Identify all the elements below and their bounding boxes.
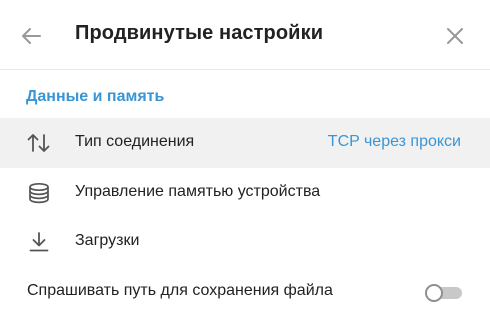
downloads-row[interactable]: Загрузки <box>0 217 490 267</box>
device-storage-row[interactable]: Управление памятью устройства <box>0 168 490 218</box>
download-icon <box>26 230 52 254</box>
connection-type-value[interactable]: TCP через прокси <box>328 133 461 151</box>
close-icon <box>447 28 463 44</box>
header: Продвинутые настройки <box>0 0 490 70</box>
section-title-data-memory: Данные и память <box>26 88 165 105</box>
ask-save-path-toggle[interactable] <box>425 284 463 302</box>
database-icon <box>26 181 52 205</box>
downloads-label: Загрузки <box>75 232 140 249</box>
ask-save-path-label: Спрашивать путь для сохранения файла <box>27 282 333 299</box>
ask-save-path-row[interactable]: Спрашивать путь для сохранения файла <box>0 267 490 317</box>
connection-type-label: Тип соединения <box>75 133 195 150</box>
arrow-left-icon <box>22 28 41 44</box>
back-button[interactable] <box>16 21 46 51</box>
sort-arrows-icon <box>26 131 52 155</box>
connection-type-row[interactable]: Тип соединения TCP через прокси <box>0 118 490 168</box>
close-button[interactable] <box>440 21 470 51</box>
device-storage-label: Управление памятью устройства <box>75 183 321 200</box>
settings-window: Продвинутые настройки Данные и память Ти… <box>0 0 490 328</box>
toggle-knob <box>425 284 443 302</box>
page-title: Продвинутые настройки <box>75 22 324 44</box>
